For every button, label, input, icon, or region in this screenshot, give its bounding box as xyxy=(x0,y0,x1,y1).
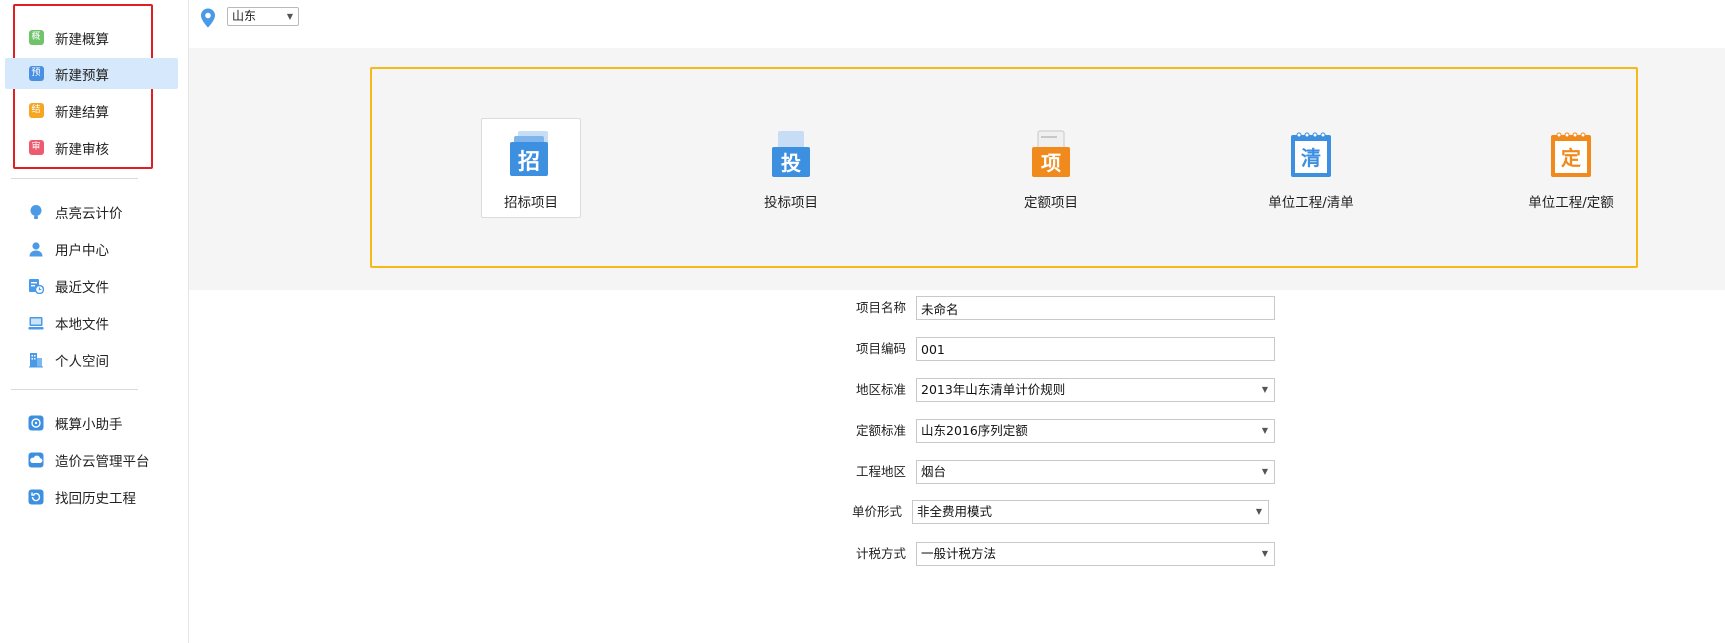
settlement-icon-glyph: 结 xyxy=(28,103,44,118)
form-row-unit-price-form: 单价形式 非全费用模式 ▼ xyxy=(0,500,1725,524)
sidebar-item-label: 新建概算 xyxy=(55,31,109,48)
chevron-down-icon: ▼ xyxy=(286,12,293,21)
sidebar-item-new-audit[interactable]: 审 新建审核 xyxy=(5,132,178,163)
form-row-project-area: 工程地区 烟台 ▼ xyxy=(0,460,1725,484)
chevron-down-icon: ▼ xyxy=(1261,426,1268,435)
estimate-icon: 概 xyxy=(28,30,44,46)
project-area-select[interactable]: 烟台 ▼ xyxy=(916,460,1275,484)
project-type-unit-quota[interactable]: 定 单位工程/定额 xyxy=(1521,118,1621,218)
project-area-label: 工程地区 xyxy=(855,464,906,479)
quota-standard-label: 定额标准 xyxy=(855,423,906,438)
project-name-label: 项目名称 xyxy=(855,300,906,315)
form-row-region-standard: 地区标准 2013年山东清单计价规则 ▼ xyxy=(0,378,1725,402)
recent-files-icon xyxy=(28,278,44,294)
unit-quota-glyph: 定 xyxy=(1561,146,1581,170)
sidebar-item-label: 点亮云计价 xyxy=(55,205,123,222)
tender-project-glyph: 招 xyxy=(518,150,540,175)
bulb-icon xyxy=(28,204,44,220)
form-row-quota-standard: 定额标准 山东2016序列定额 ▼ xyxy=(0,419,1725,443)
chevron-down-icon: ▼ xyxy=(1261,385,1268,394)
bid-project-icon: 投 xyxy=(769,129,815,183)
budget-icon-glyph: 预 xyxy=(28,66,44,81)
region-standard-value: 2013年山东清单计价规则 xyxy=(921,382,1066,397)
project-type-label: 招标项目 xyxy=(504,195,558,211)
unit-price-form-select[interactable]: 非全费用模式 ▼ xyxy=(912,500,1269,524)
project-type-label: 投标项目 xyxy=(764,195,818,211)
sidebar-item-new-budget[interactable]: 预 新建预算 xyxy=(5,58,178,89)
chevron-down-icon: ▼ xyxy=(1255,507,1262,516)
unit-list-glyph: 清 xyxy=(1301,146,1321,170)
estimate-icon-glyph: 概 xyxy=(28,30,44,45)
quota-project-icon: 项 xyxy=(1029,129,1075,183)
quota-project-glyph: 项 xyxy=(1041,151,1061,175)
settlement-icon: 结 xyxy=(28,103,44,119)
project-type-label: 单位工程/定额 xyxy=(1528,195,1614,211)
project-area-value: 烟台 xyxy=(921,464,947,479)
project-type-bid[interactable]: 投 投标项目 xyxy=(741,118,841,218)
sidebar-item-cloud-pricing[interactable]: 点亮云计价 xyxy=(5,196,178,227)
unit-price-form-label: 单价形式 xyxy=(851,504,902,519)
unit-quota-icon: 定 xyxy=(1549,129,1595,183)
unit-list-icon: 清 xyxy=(1289,129,1335,183)
budget-icon: 预 xyxy=(28,66,44,82)
tax-method-select[interactable]: 一般计税方法 ▼ xyxy=(916,542,1275,566)
sidebar-item-label: 新建预算 xyxy=(55,67,109,84)
form-row-tax-method: 计税方式 一般计税方法 ▼ xyxy=(0,542,1725,566)
project-code-input[interactable] xyxy=(916,337,1275,361)
project-type-label: 单位工程/清单 xyxy=(1268,195,1354,211)
sidebar-item-label: 新建结算 xyxy=(55,104,109,121)
project-type-quota[interactable]: 项 定额项目 xyxy=(1001,118,1101,218)
region-select-value: 山东 xyxy=(232,9,257,23)
tax-method-label: 计税方式 xyxy=(855,546,906,561)
chevron-down-icon: ▼ xyxy=(1261,467,1268,476)
audit-icon-glyph: 审 xyxy=(28,140,44,155)
region-select[interactable]: 山东 ▼ xyxy=(227,7,299,26)
project-type-tender[interactable]: 招 招标项目 xyxy=(481,118,581,218)
sidebar-item-new-settlement[interactable]: 结 新建结算 xyxy=(5,95,178,126)
form-row-project-code: 项目编码 xyxy=(0,337,1725,361)
project-name-input[interactable] xyxy=(916,296,1275,320)
project-type-label: 定额项目 xyxy=(1024,195,1078,211)
tender-project-icon: 招 xyxy=(509,129,555,183)
region-standard-select[interactable]: 2013年山东清单计价规则 ▼ xyxy=(916,378,1275,402)
region-standard-label: 地区标准 xyxy=(855,382,906,397)
form-row-project-name: 项目名称 xyxy=(0,296,1725,320)
quota-standard-select[interactable]: 山东2016序列定额 ▼ xyxy=(916,419,1275,443)
sidebar-item-new-estimate[interactable]: 概 新建概算 xyxy=(5,22,178,53)
unit-price-form-value: 非全费用模式 xyxy=(917,504,993,519)
bid-project-glyph: 投 xyxy=(781,151,801,175)
chevron-down-icon: ▼ xyxy=(1261,549,1268,558)
audit-icon: 审 xyxy=(28,140,44,156)
quota-standard-value: 山东2016序列定额 xyxy=(921,423,1028,438)
sidebar-item-label: 最近文件 xyxy=(55,279,109,296)
sidebar-item-user-center[interactable]: 用户中心 xyxy=(5,233,178,264)
project-code-label: 项目编码 xyxy=(855,341,906,356)
user-icon xyxy=(28,241,44,257)
sidebar-item-label: 新建审核 xyxy=(55,141,109,158)
project-type-unit-list[interactable]: 清 单位工程/清单 xyxy=(1261,118,1361,218)
tax-method-value: 一般计税方法 xyxy=(921,546,997,561)
sidebar-divider xyxy=(11,178,138,179)
location-pin-icon xyxy=(199,8,217,32)
sidebar-item-label: 用户中心 xyxy=(55,242,109,259)
